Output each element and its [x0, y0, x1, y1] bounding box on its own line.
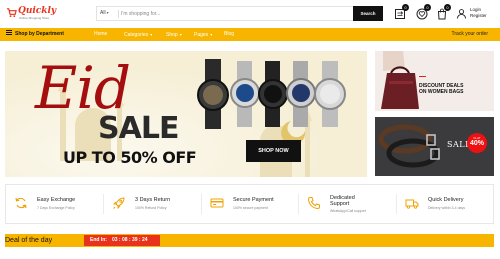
rocket-icon	[112, 197, 125, 210]
user-icon[interactable]	[456, 8, 467, 19]
search-category-select[interactable]: All▾	[100, 10, 109, 16]
chevron-down-icon: ▾	[210, 32, 213, 37]
feature-secure-payment: Secure Payment 100% secure payment	[202, 185, 299, 223]
women-bags-banner[interactable]: DISCOUNT DEALS ON WOMEN BAGS	[375, 51, 494, 111]
countdown-label: End In:	[90, 237, 107, 243]
search-input[interactable]	[121, 8, 347, 19]
compare-badge: 0	[402, 4, 409, 11]
credit-card-icon	[210, 198, 224, 208]
phone-icon	[307, 197, 320, 210]
site-header: Quickly Online Shopping Store All▾ Searc…	[0, 0, 500, 28]
hero-sale-text: SALE	[98, 111, 179, 146]
handbag-image	[381, 51, 419, 109]
accent-line	[419, 76, 426, 77]
feature-3-days-return: 3 Days Return 100% Refund Policy	[104, 185, 202, 223]
search-divider	[118, 10, 119, 18]
account-links[interactable]: Login Register	[470, 7, 487, 18]
site-logo[interactable]: Quickly Online Shopping Store	[6, 5, 56, 23]
deal-title: Deal of the day	[5, 237, 53, 244]
feature-title: 3 Days Return	[135, 197, 171, 203]
watches-product-image	[197, 59, 346, 129]
nav-item-categories[interactable]: Categories ▾	[124, 28, 152, 41]
countdown-value: 03 : 08 : 39 : 24	[111, 237, 148, 243]
register-link[interactable]: Register	[470, 13, 487, 19]
nav-item-pages[interactable]: Pages ▾	[194, 28, 212, 41]
hero-headline: Eid	[35, 54, 131, 122]
feature-subtitle: WhatsApp/Call support	[330, 209, 366, 213]
wishlist-button[interactable]: 0	[416, 4, 431, 20]
logo-cart-icon	[6, 8, 17, 18]
banner-title-line2: ON WOMEN BAGS	[419, 89, 464, 95]
menu-icon	[6, 30, 12, 36]
hero-offer-text: UP TO 50% OFF	[63, 148, 197, 167]
logo-tagline: Online Shopping Store	[19, 16, 50, 20]
track-order-link[interactable]: Track your order	[452, 28, 489, 41]
refresh-icon	[15, 197, 27, 209]
nav-item-blog[interactable]: Blog	[224, 28, 234, 41]
feature-title: Dedicated Support	[330, 195, 355, 207]
features-strip: Easy Exchange 7 Days Exchange Policy 3 D…	[5, 184, 494, 224]
search-button[interactable]: Search	[353, 6, 383, 21]
feature-subtitle: 100% secure payment	[233, 206, 268, 210]
compare-button[interactable]: 0	[394, 4, 409, 19]
deal-countdown: End In: 03 : 08 : 39 : 24	[84, 235, 160, 246]
wishlist-badge: 0	[424, 4, 431, 11]
hero-banner[interactable]: Eid SALE UP TO 50% OFF SHOP NOW	[5, 51, 367, 177]
deal-of-the-day-bar: Deal of the day End In: 03 : 08 : 39 : 24	[5, 234, 494, 247]
truck-icon	[405, 199, 419, 209]
discount-badge: FLAT 40%	[467, 133, 487, 153]
feature-subtitle: 7 Days Exchange Policy	[37, 206, 75, 210]
belts-sale-banner[interactable]: SALE FLAT 40%	[375, 117, 494, 176]
cart-button[interactable]: 0	[436, 4, 451, 20]
cart-badge: 0	[444, 4, 451, 11]
main-nav: Shop by Department Home Categories ▾ Shop…	[0, 28, 500, 41]
feature-subtitle: Delivery within 3-4 days	[428, 206, 465, 210]
feature-title: Secure Payment	[233, 197, 274, 203]
chevron-down-icon: ▾	[179, 32, 182, 37]
search-bar: All▾ Search	[96, 6, 383, 21]
shop-by-department-button[interactable]: Shop by Department	[6, 28, 64, 41]
flat-percent: 40%	[469, 140, 484, 147]
logo-text: Quickly	[18, 6, 57, 16]
feature-title: Quick Delivery	[428, 197, 464, 203]
chevron-down-icon: ▾	[150, 32, 153, 37]
feature-easy-exchange: Easy Exchange 7 Days Exchange Policy	[6, 185, 104, 223]
feature-subtitle: 100% Refund Policy	[135, 206, 167, 210]
feature-quick-delivery: Quick Delivery Delivery within 3-4 days	[397, 185, 494, 223]
nav-item-shop[interactable]: Shop ▾	[166, 28, 182, 41]
nav-item-home[interactable]: Home	[94, 28, 107, 41]
feature-dedicated-support: Dedicated Support WhatsApp/Call support	[299, 185, 397, 223]
shop-now-button[interactable]: SHOP NOW	[246, 140, 301, 162]
feature-title: Easy Exchange	[37, 197, 76, 203]
